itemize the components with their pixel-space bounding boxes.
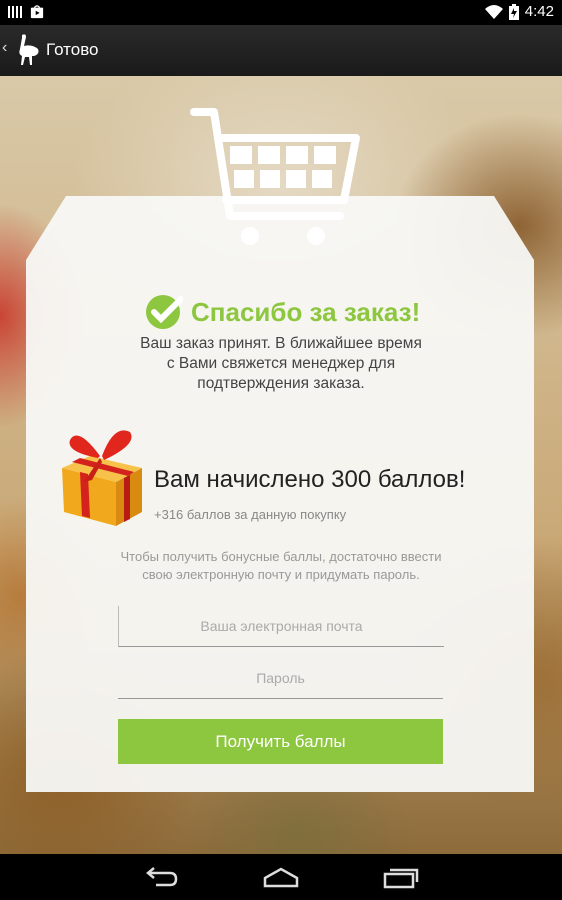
password-field[interactable] [118,658,443,699]
shopping-cart-icon [190,108,360,245]
home-icon[interactable] [261,864,301,890]
get-points-button[interactable]: Получить баллы [118,719,443,764]
battery-icon [508,3,519,20]
email-field[interactable] [118,606,444,647]
thanks-title: Спасибо за заказ! [191,296,421,327]
thanks-row: Спасибо за заказ! [145,292,420,332]
hint-text: Чтобы получить бонусные баллы, достаточн… [120,549,442,582]
bars-icon [8,6,22,18]
action-bar-title[interactable]: Готово [46,40,99,60]
wifi-icon [484,4,503,19]
action-bar: ‹ Готово [0,25,562,77]
gift-box-icon [62,430,142,526]
ostrich-logo-icon[interactable] [10,32,42,68]
points-subtitle: +316 баллов за данную покупку [154,507,347,522]
recent-apps-icon[interactable] [381,864,421,890]
checkmark-icon [146,295,183,329]
back-icon[interactable] [142,864,182,890]
points-title: Вам начислено 300 баллов! [154,466,466,493]
navigation-bar [0,854,562,900]
status-time: 4:42 [524,3,554,20]
order-accepted-text: Ваш заказ принят. В ближайшее время с Ва… [140,335,422,392]
back-chevron-icon[interactable]: ‹ [2,39,7,57]
play-store-icon [30,5,44,19]
status-bar: 4:42 [0,0,562,25]
